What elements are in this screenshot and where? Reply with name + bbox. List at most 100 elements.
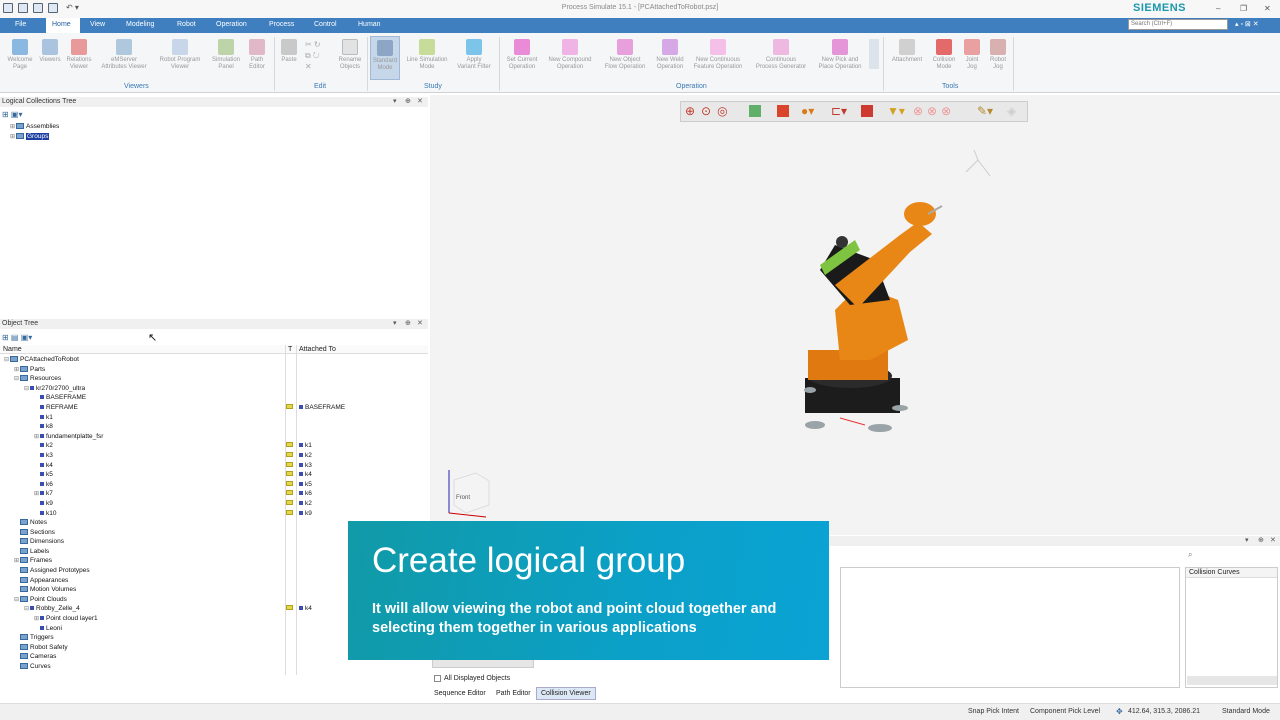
view-cube-icon[interactable] [749, 105, 761, 117]
tab-operation[interactable]: Operation [216, 21, 247, 28]
tree-row[interactable]: ⊟ kr270r2700_ultra [0, 384, 428, 394]
view-cube[interactable]: Front [444, 465, 494, 520]
tree-toolbar-icons[interactable]: ⊞ ▣▾ [2, 110, 23, 119]
tab-view[interactable]: View [90, 21, 105, 28]
pick-level[interactable]: Component Pick Level [1030, 708, 1100, 715]
close-icon[interactable]: ✕ [417, 97, 423, 105]
object-tree-toolbar[interactable]: ⊞ ▤ ▣▾ [2, 333, 32, 342]
button-label: Robot Jog [989, 57, 1006, 70]
gallery-scroll[interactable] [869, 39, 879, 69]
tree-row[interactable]: REFRAME BASEFRAME [0, 403, 428, 413]
tab-file[interactable]: File [15, 21, 26, 28]
tab-robot[interactable]: Robot [177, 21, 196, 28]
restore-icon[interactable]: ❐ [1240, 4, 1247, 13]
new-compound-operation-button[interactable]: New Compound Operation [541, 39, 599, 71]
filter-icon[interactable]: ⌕ [1188, 550, 1192, 560]
new-continuous-feature-button[interactable]: New Continuous Feature Operation [688, 39, 748, 71]
button-label: New Pick and Place Operation [818, 57, 862, 70]
close-icon[interactable]: ✕ [1270, 536, 1276, 544]
tree-row[interactable]: k3 k2 [0, 451, 428, 461]
viewers-button[interactable]: Viewers [36, 39, 64, 64]
tab-collision-viewer[interactable]: Collision Viewer [536, 687, 596, 700]
cut-copy-delete-icons[interactable]: ✂ ↻ ⧉ ↻ ✕ [305, 39, 321, 72]
relations-viewer-button[interactable]: Relations Viewer [63, 39, 95, 71]
continuous-process-generator-button[interactable]: Continuous Process Generator [748, 39, 814, 71]
tree-row[interactable]: k1 [0, 413, 428, 423]
measure-icons[interactable]: ⊗⊗⊗ [913, 104, 955, 118]
tree-item-assemblies[interactable]: ⊞ Assemblies [10, 122, 59, 132]
welcome-page-button[interactable]: Welcome Page [3, 39, 37, 71]
tab-control[interactable]: Control [314, 21, 337, 28]
pin-icon[interactable]: ⊕ [1258, 536, 1264, 544]
tree-row[interactable]: k6 k5 [0, 480, 428, 490]
column-attached-to[interactable]: Attached To [299, 346, 336, 353]
tree-row[interactable]: k2 k1 [0, 441, 428, 451]
robot-model[interactable] [780, 190, 970, 450]
section-icon[interactable]: ⊏▾ [831, 104, 847, 118]
collision-mode-button[interactable]: Collision Mode [928, 39, 960, 71]
pin-icon[interactable]: ⊕ [405, 319, 411, 327]
panel-menu-icon[interactable]: ▾ [1245, 536, 1249, 544]
column-type[interactable]: T [288, 346, 292, 353]
all-displayed-checkbox[interactable] [434, 675, 441, 682]
minimize-icon[interactable]: – [1216, 4, 1220, 13]
horizontal-scrollbar[interactable] [1187, 676, 1277, 685]
left-scrollbar[interactable] [432, 659, 534, 668]
close-icon[interactable]: ✕ [417, 319, 423, 327]
tree-row[interactable]: k5 k4 [0, 470, 428, 480]
simulation-panel-button[interactable]: Simulation Panel [207, 39, 245, 71]
attachment-button[interactable]: Attachment [886, 39, 928, 64]
box-icon[interactable] [861, 105, 873, 117]
tree-row[interactable]: k9 k2 [0, 499, 428, 509]
collision-results-list[interactable] [840, 567, 1180, 688]
tree-row[interactable]: ⊟ Resources [0, 374, 428, 384]
tree-row[interactable]: k8 [0, 422, 428, 432]
rename-objects-button[interactable]: Rename Objects [334, 39, 366, 71]
pin-icon[interactable]: ⊕ [405, 97, 411, 105]
tab-path-editor[interactable]: Path Editor [496, 690, 531, 697]
snap-pick-intent[interactable]: Snap Pick Intent [968, 708, 1019, 715]
tree-row[interactable]: ⊞ fundamentplatte_fsr [0, 432, 428, 442]
set-current-operation-button[interactable]: Set Current Operation [502, 39, 542, 71]
new-pick-place-button[interactable]: New Pick and Place Operation [812, 39, 868, 71]
standard-mode-button[interactable]: Standard Mode [370, 36, 400, 80]
new-object-flow-button[interactable]: New Object Flow Operation [598, 39, 652, 71]
paste-button[interactable]: Paste [278, 39, 300, 64]
tree-label: Groups [26, 132, 50, 140]
tab-human[interactable]: Human [358, 21, 381, 28]
tree-item-groups[interactable]: ⊞ Groups [10, 132, 59, 142]
tree-row[interactable]: Curves [0, 662, 428, 672]
new-weld-operation-button[interactable]: New Weld Operation [651, 39, 689, 71]
robot-jog-button[interactable]: Robot Jog [985, 39, 1011, 71]
tools-icon[interactable]: ✎▾ [977, 104, 993, 118]
panel-menu-icon[interactable]: ▾ [393, 97, 397, 105]
tree-row[interactable]: ⊞ Parts [0, 365, 428, 375]
column-name[interactable]: Name [3, 346, 22, 353]
filter-icon[interactable]: ▼▾ [887, 104, 905, 118]
emserver-attributes-button[interactable]: eMServer Attributes Viewer [95, 39, 153, 71]
render-mode-icon[interactable] [777, 105, 789, 117]
close-icon[interactable]: ✕ [1264, 4, 1271, 13]
tab-home[interactable]: Home [52, 21, 71, 28]
joint-jog-button[interactable]: Joint Jog [960, 39, 984, 71]
tab-process[interactable]: Process [269, 21, 294, 28]
tab-modeling[interactable]: Modeling [126, 21, 154, 28]
apply-variant-filter-button[interactable]: Apply Variant Filter [452, 39, 496, 71]
tree-row[interactable]: k10 k9 [0, 509, 428, 519]
line-simulation-mode-button[interactable]: Line Simulation Mode [401, 39, 453, 71]
tree-row[interactable]: BASEFRAME [0, 393, 428, 403]
snapshot-icon[interactable]: ◈ [1007, 104, 1016, 118]
ribbon-controls[interactable]: ▴ ▫ ⊠ ✕ [1235, 20, 1259, 28]
robot-program-viewer-button[interactable]: Robot Program Viewer [153, 39, 207, 71]
tab-sequence-editor[interactable]: Sequence Editor [434, 690, 486, 697]
path-editor-button[interactable]: Path Editor [244, 39, 270, 71]
zoom-icons[interactable]: ⊕⊙◎ [685, 104, 734, 118]
tree-row[interactable]: ⊟ PCAttachedToRobot [0, 355, 428, 365]
pick-icon[interactable]: ●▾ [801, 104, 814, 118]
button-label: eMServer Attributes Viewer [101, 57, 147, 70]
tree-row[interactable]: ⊞ k7 k6 [0, 489, 428, 499]
search-input[interactable]: Search (Ctrl+F) [1128, 19, 1228, 30]
search-icon[interactable]: ⌕ [1218, 19, 1222, 29]
tree-row[interactable]: k4 k3 [0, 461, 428, 471]
panel-menu-icon[interactable]: ▾ [393, 319, 397, 327]
